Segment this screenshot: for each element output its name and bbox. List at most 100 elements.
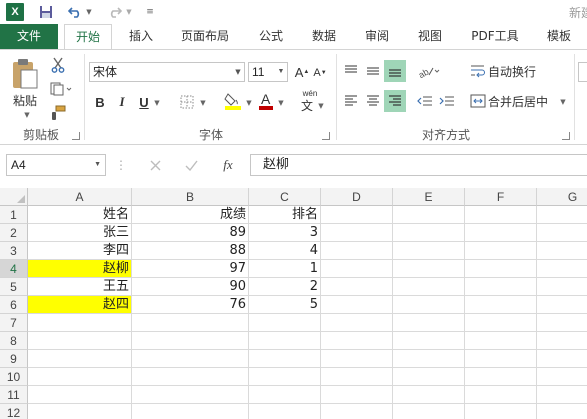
font-color-icon[interactable]: A bbox=[256, 90, 276, 112]
column-header-c[interactable]: C bbox=[249, 188, 321, 206]
column-header-f[interactable]: F bbox=[465, 188, 537, 206]
column-header-e[interactable]: E bbox=[393, 188, 465, 206]
cell-b6[interactable]: 76 bbox=[132, 296, 249, 314]
cell-b3[interactable]: 88 bbox=[132, 242, 249, 260]
row-header[interactable]: 2 bbox=[0, 224, 28, 242]
align-center-icon[interactable] bbox=[362, 90, 384, 112]
name-box[interactable]: A4 ▼ bbox=[6, 154, 106, 176]
row-header[interactable]: 11 bbox=[0, 386, 28, 404]
tab-file[interactable]: 文件 bbox=[0, 24, 58, 49]
empty-cell[interactable] bbox=[537, 350, 587, 368]
formula-bar-grip-icon[interactable]: ⋮ bbox=[115, 157, 127, 173]
cell-a1[interactable]: 姓名 bbox=[28, 206, 132, 224]
column-header-a[interactable]: A bbox=[28, 188, 132, 206]
cancel-icon[interactable] bbox=[144, 155, 166, 175]
empty-cell[interactable] bbox=[537, 314, 587, 332]
tab-page-layout[interactable]: 页面布局 bbox=[172, 24, 238, 49]
empty-cell[interactable] bbox=[249, 332, 321, 350]
empty-cell[interactable] bbox=[321, 386, 393, 404]
tab-templates[interactable]: 模板 bbox=[536, 24, 582, 49]
empty-cell[interactable] bbox=[393, 224, 465, 242]
font-size-dropdown-icon[interactable]: ▼ bbox=[275, 63, 287, 81]
paste-icon[interactable] bbox=[8, 56, 42, 92]
tab-view[interactable]: 视图 bbox=[409, 24, 451, 49]
empty-cell[interactable] bbox=[28, 368, 132, 386]
merge-center-icon[interactable] bbox=[468, 90, 488, 112]
borders-icon[interactable] bbox=[176, 92, 198, 112]
row-header[interactable]: 8 bbox=[0, 332, 28, 350]
empty-cell[interactable] bbox=[132, 314, 249, 332]
empty-cell[interactable] bbox=[465, 368, 537, 386]
empty-cell[interactable] bbox=[393, 206, 465, 224]
row-header[interactable]: 3 bbox=[0, 242, 28, 260]
empty-cell[interactable] bbox=[28, 314, 132, 332]
clipboard-launcher-icon[interactable] bbox=[72, 132, 80, 140]
copy-icon[interactable] bbox=[48, 80, 76, 98]
empty-cell[interactable] bbox=[537, 242, 587, 260]
align-right-icon[interactable] bbox=[384, 90, 406, 112]
redo-icon[interactable] bbox=[106, 2, 124, 22]
tab-review[interactable]: 审阅 bbox=[356, 24, 398, 49]
font-name-combo[interactable]: 宋体 ▼ bbox=[89, 62, 245, 82]
cell-a3[interactable]: 李四 bbox=[28, 242, 132, 260]
empty-cell[interactable] bbox=[132, 404, 249, 419]
cell-a6[interactable]: 赵四 bbox=[28, 296, 132, 314]
empty-cell[interactable] bbox=[465, 350, 537, 368]
underline-dropdown-icon[interactable]: ▼ bbox=[152, 96, 162, 110]
cell-c1[interactable]: 排名 bbox=[249, 206, 321, 224]
cell-c3[interactable]: 4 bbox=[249, 242, 321, 260]
insert-function-icon[interactable]: fx bbox=[216, 155, 240, 175]
tab-pdf-tools[interactable]: PDF工具 bbox=[460, 24, 530, 49]
empty-cell[interactable] bbox=[465, 296, 537, 314]
empty-cell[interactable] bbox=[321, 332, 393, 350]
empty-cell[interactable] bbox=[537, 386, 587, 404]
row-header[interactable]: 9 bbox=[0, 350, 28, 368]
select-all-button[interactable] bbox=[0, 188, 28, 206]
fill-color-icon[interactable] bbox=[222, 90, 244, 112]
align-bottom-icon[interactable] bbox=[384, 60, 406, 82]
empty-cell[interactable] bbox=[465, 242, 537, 260]
empty-cell[interactable] bbox=[249, 404, 321, 419]
empty-cell[interactable] bbox=[321, 206, 393, 224]
empty-cell[interactable] bbox=[393, 404, 465, 419]
empty-cell[interactable] bbox=[465, 260, 537, 278]
phonetic-guide-button[interactable]: 文 bbox=[298, 98, 316, 113]
align-middle-icon[interactable] bbox=[362, 60, 384, 82]
empty-cell[interactable] bbox=[249, 350, 321, 368]
empty-cell[interactable] bbox=[393, 296, 465, 314]
row-header[interactable]: 12 bbox=[0, 404, 28, 419]
empty-cell[interactable] bbox=[249, 386, 321, 404]
empty-cell[interactable] bbox=[465, 206, 537, 224]
empty-cell[interactable] bbox=[393, 260, 465, 278]
tab-formulas[interactable]: 公式 bbox=[250, 24, 292, 49]
empty-cell[interactable] bbox=[321, 368, 393, 386]
tab-insert[interactable]: 插入 bbox=[120, 24, 162, 49]
empty-cell[interactable] bbox=[537, 368, 587, 386]
tab-data[interactable]: 数据 bbox=[303, 24, 345, 49]
font-color-dropdown-icon[interactable]: ▼ bbox=[276, 96, 286, 110]
cell-c5[interactable]: 2 bbox=[249, 278, 321, 296]
row-header[interactable]: 5 bbox=[0, 278, 28, 296]
orientation-icon[interactable]: ab bbox=[416, 60, 442, 82]
cell-b2[interactable]: 89 bbox=[132, 224, 249, 242]
merge-center-button[interactable]: 合并后居中 bbox=[488, 90, 558, 112]
row-header-selected[interactable]: 4 bbox=[0, 260, 28, 278]
cell-c2[interactable]: 3 bbox=[249, 224, 321, 242]
merge-center-dropdown-icon[interactable]: ▼ bbox=[558, 95, 568, 109]
empty-cell[interactable] bbox=[393, 386, 465, 404]
redo-dropdown-icon[interactable]: ▼ bbox=[124, 2, 134, 22]
alignment-launcher-icon[interactable] bbox=[562, 132, 570, 140]
phonetic-dropdown-icon[interactable]: ▼ bbox=[316, 100, 326, 112]
empty-cell[interactable] bbox=[321, 296, 393, 314]
empty-cell[interactable] bbox=[321, 278, 393, 296]
empty-cell[interactable] bbox=[321, 404, 393, 419]
paste-dropdown-icon[interactable]: ▼ bbox=[20, 110, 34, 120]
empty-cell[interactable] bbox=[465, 278, 537, 296]
empty-cell[interactable] bbox=[393, 314, 465, 332]
cell-a5[interactable]: 王五 bbox=[28, 278, 132, 296]
empty-cell[interactable] bbox=[249, 314, 321, 332]
increase-font-size-icon[interactable]: A ▲ bbox=[294, 62, 310, 82]
font-launcher-icon[interactable] bbox=[322, 132, 330, 140]
paste-button[interactable]: 粘贴 bbox=[8, 92, 42, 108]
number-format-combo[interactable] bbox=[578, 62, 587, 82]
